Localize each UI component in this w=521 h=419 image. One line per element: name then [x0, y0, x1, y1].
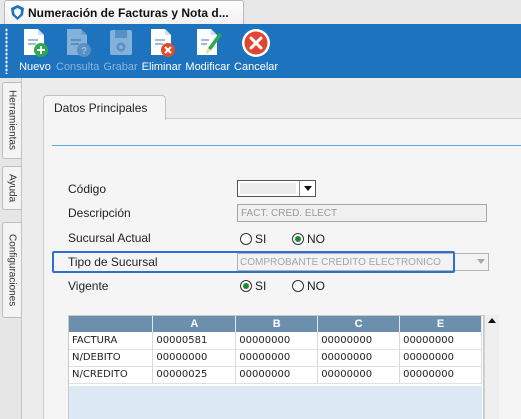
codigo-label: Código: [68, 182, 107, 196]
radio-circle: [292, 280, 304, 292]
table-cell[interactable]: 00000000: [317, 332, 401, 350]
new-button-label: Nuevo: [19, 61, 51, 73]
table-cell[interactable]: 00000000: [152, 349, 237, 367]
app-shield-icon: [11, 5, 24, 20]
section-divider: [52, 145, 521, 146]
delete-document-icon: [145, 26, 179, 60]
column-header[interactable]: [69, 316, 154, 332]
descripcion-field[interactable]: FACT. CRED. ELECT: [237, 204, 487, 222]
svg-text:?: ?: [81, 46, 87, 57]
column-header[interactable]: E: [399, 316, 482, 332]
cancel-button-label: Cancelar: [234, 61, 279, 73]
table-cell[interactable]: 00000000: [317, 349, 401, 367]
grid-scrollbar[interactable]: [484, 315, 499, 419]
query-button-label: Consulta: [56, 61, 100, 73]
table-cell[interactable]: 00000581: [152, 332, 237, 350]
table-row[interactable]: N/DEBITO 00000000 00000000 00000000 0000…: [69, 349, 482, 367]
numbering-grid[interactable]: A B C E FACTURA 00000581 00000000 000000…: [68, 315, 484, 419]
row-label: N/CREDITO: [69, 366, 154, 384]
delete-button[interactable]: Eliminar: [141, 24, 182, 73]
table-cell[interactable]: 00000000: [399, 349, 482, 367]
radio-circle-selected: [240, 280, 252, 292]
save-button[interactable]: Grabar: [103, 24, 138, 73]
sidebar-tab-ayuda[interactable]: Ayuda: [2, 166, 21, 210]
focus-highlight: [52, 251, 455, 273]
sucursal-actual-si-label: SI: [255, 232, 267, 246]
side-panel-tabs: Herramientas Ayuda Configuraciones: [0, 78, 22, 419]
edit-button[interactable]: Modificar: [185, 24, 230, 73]
query-button[interactable]: ? Consulta: [56, 24, 99, 73]
sidebar-tab-herramientas-label: Herramientas: [6, 90, 18, 151]
descripcion-label: Descripción: [68, 206, 131, 220]
grid-header-row: A B C E: [69, 316, 482, 332]
table-cell[interactable]: 00000025: [152, 366, 237, 384]
radio-circle-selected: [292, 233, 304, 245]
delete-button-label: Eliminar: [141, 61, 182, 73]
table-cell[interactable]: 00000000: [317, 366, 401, 384]
scroll-up-arrow-icon[interactable]: [488, 318, 496, 323]
tab-datos-principales[interactable]: Datos Principales: [43, 95, 166, 120]
tab-datos-principales-label: Datos Principales: [54, 101, 148, 115]
grid-empty-area: [69, 386, 482, 419]
document-tab[interactable]: Numeración de Facturas y Nota d...: [4, 0, 244, 24]
codigo-combobox[interactable]: [237, 180, 316, 197]
row-label: FACTURA: [69, 332, 154, 350]
radio-circle: [240, 233, 252, 245]
column-header[interactable]: A: [152, 316, 237, 332]
sucursal-actual-label: Sucursal Actual: [68, 231, 151, 245]
sidebar-tab-configuraciones[interactable]: Configuraciones: [2, 222, 21, 318]
document-tab-title: Numeración de Facturas y Nota d...: [28, 5, 229, 20]
sucursal-actual-no-label: NO: [307, 232, 325, 246]
table-row[interactable]: FACTURA 00000581 00000000 00000000 00000…: [69, 332, 482, 350]
document-tab-strip: Numeración de Facturas y Nota d...: [0, 0, 521, 24]
table-cell[interactable]: 00000000: [399, 366, 482, 384]
row-label: N/DEBITO: [69, 349, 154, 367]
sucursal-actual-si-radio[interactable]: SI: [240, 232, 266, 246]
sidebar-tab-configuraciones-label: Configuraciones: [6, 233, 18, 307]
toolbar: Nuevo ? Consulta Grabar Eliminar Modific…: [0, 24, 521, 78]
cancel-icon: [239, 26, 273, 60]
vigente-no-label: NO: [307, 279, 325, 293]
sidebar-tab-herramientas[interactable]: Herramientas: [2, 82, 21, 159]
query-document-icon: ?: [61, 26, 95, 60]
edit-document-icon: [191, 26, 225, 60]
table-cell[interactable]: 00000000: [235, 366, 319, 384]
codigo-value: [240, 183, 296, 194]
column-header[interactable]: C: [317, 316, 401, 332]
vigente-si-radio[interactable]: SI: [240, 279, 266, 293]
sucursal-actual-no-radio[interactable]: NO: [292, 232, 325, 246]
chevron-down-icon: [477, 259, 485, 264]
save-button-label: Grabar: [103, 61, 138, 73]
vigente-si-label: SI: [255, 279, 267, 293]
vigente-no-radio[interactable]: NO: [292, 279, 325, 293]
table-cell[interactable]: 00000000: [399, 332, 482, 350]
main-content: Datos Principales Código Descripción Suc…: [22, 78, 521, 419]
column-header[interactable]: B: [235, 316, 319, 332]
table-row[interactable]: N/CREDITO 00000025 00000000 00000000 000…: [69, 366, 482, 384]
chevron-down-icon[interactable]: [299, 181, 315, 196]
vigente-label: Vigente: [68, 279, 109, 293]
new-document-icon: [18, 26, 52, 60]
sidebar-tab-ayuda-label: Ayuda: [6, 173, 18, 203]
new-button[interactable]: Nuevo: [18, 24, 52, 73]
cancel-button[interactable]: Cancelar: [234, 24, 278, 73]
edit-button-label: Modificar: [185, 61, 231, 73]
save-disk-icon: [104, 26, 138, 60]
table-cell[interactable]: 00000000: [235, 332, 319, 350]
table-cell[interactable]: 00000000: [235, 349, 319, 367]
